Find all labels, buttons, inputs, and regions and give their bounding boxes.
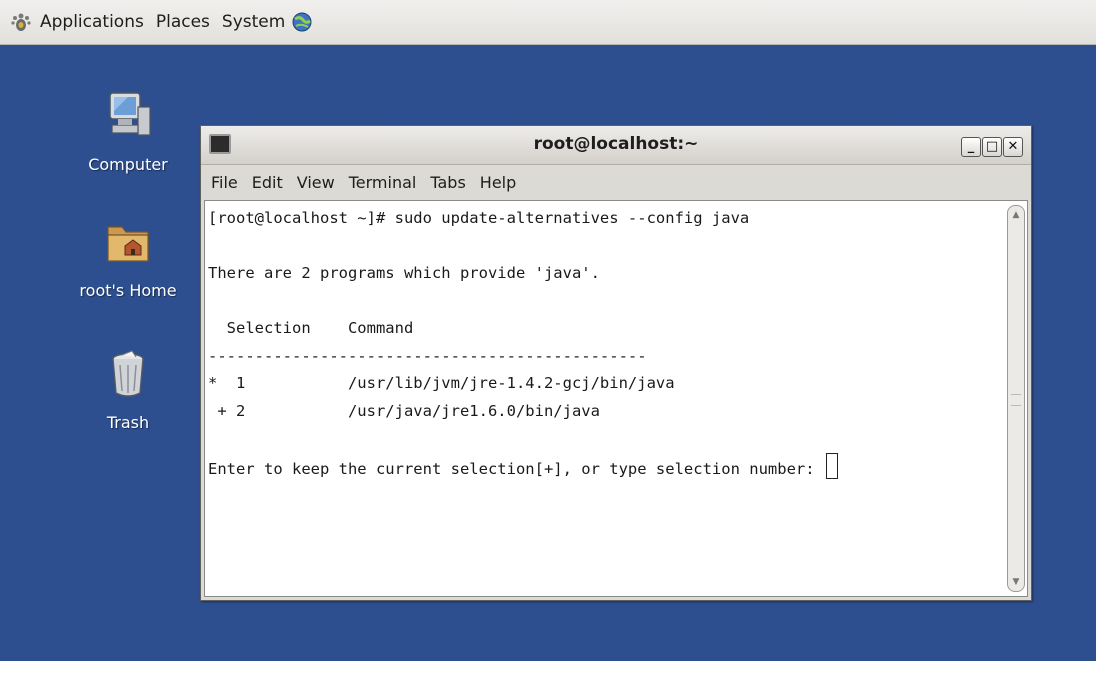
terminal-scrollbar[interactable]: ▲ ▼: [1007, 205, 1025, 592]
menu-help[interactable]: Help: [480, 173, 516, 192]
minimize-button[interactable]: _: [961, 137, 981, 157]
desktop-item-label: Computer: [88, 155, 168, 174]
scrollbar-grip[interactable]: [1011, 393, 1021, 406]
close-button[interactable]: ✕: [1003, 137, 1023, 157]
terminal-cursor: [825, 452, 838, 479]
terminal-output: [root@localhost ~]# sudo update-alternat…: [208, 205, 838, 480]
system-menu[interactable]: System: [216, 2, 291, 42]
trash-icon: [112, 350, 144, 397]
menu-file[interactable]: File: [211, 173, 238, 192]
menu-edit[interactable]: Edit: [252, 173, 283, 192]
menu-view[interactable]: View: [297, 173, 335, 192]
web-browser-launcher-icon[interactable]: [291, 11, 313, 33]
window-title: root@localhost:~: [533, 134, 699, 154]
desktop-item-computer[interactable]: Computer: [68, 87, 188, 174]
terminal-line: There are 2 programs which provide 'java…: [208, 264, 600, 282]
terminal-line: Selection Command: [208, 319, 414, 337]
menu-tabs[interactable]: Tabs: [430, 173, 465, 192]
desktop-item-trash[interactable]: Trash: [68, 345, 188, 432]
places-menu[interactable]: Places: [150, 2, 216, 42]
prompt-text: Enter to keep the current selection[+], …: [208, 459, 824, 478]
terminal-line: [root@localhost ~]# sudo update-alternat…: [208, 209, 750, 227]
maximize-button[interactable]: □: [982, 137, 1002, 157]
terminal-area[interactable]: [root@localhost ~]# sudo update-alternat…: [204, 200, 1028, 597]
desktop: Computer root's Home Trash root@localhos…: [0, 45, 1096, 675]
terminal-line: * 1 /usr/lib/jvm/jre-1.4.2-gcj/bin/java: [208, 374, 675, 392]
prompt-line: Enter to keep the current selection[+], …: [208, 452, 838, 481]
home-folder-icon: [107, 226, 149, 262]
menu-terminal[interactable]: Terminal: [349, 173, 417, 192]
desktop-item-home[interactable]: root's Home: [68, 213, 188, 300]
top-panel: Applications Places System: [0, 0, 1096, 45]
applications-menu[interactable]: Applications: [34, 2, 150, 42]
scroll-up-arrow-icon[interactable]: ▲: [1008, 206, 1024, 224]
terminal-line: ----------------------------------------…: [208, 346, 647, 365]
window-titlebar[interactable]: root@localhost:~ _ □ ✕: [201, 126, 1031, 165]
window-menubar: File Edit View Terminal Tabs Help: [201, 165, 1031, 199]
desktop-item-label: root's Home: [79, 281, 177, 300]
computer-icon: [109, 92, 151, 136]
scroll-down-arrow-icon[interactable]: ▼: [1008, 573, 1024, 591]
gnome-foot-icon[interactable]: [10, 10, 32, 34]
terminal-line: + 2 /usr/java/jre1.6.0/bin/java: [208, 401, 600, 420]
desktop-item-label: Trash: [106, 413, 150, 432]
terminal-window: root@localhost:~ _ □ ✕ File Edit View Te…: [200, 125, 1032, 601]
